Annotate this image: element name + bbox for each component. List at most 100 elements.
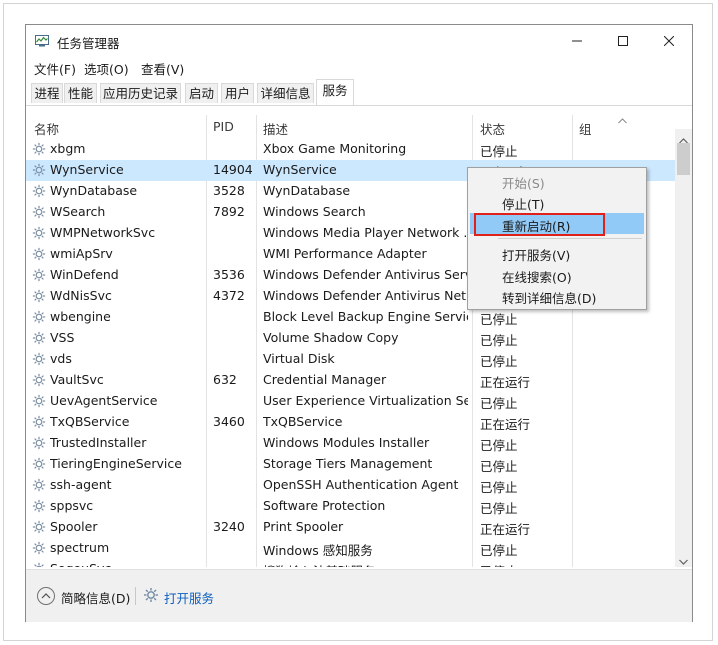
- table-row[interactable]: ssh-agent OpenSSH Authentication Agent 已停止: [26, 475, 675, 496]
- tab-services[interactable]: 服务: [316, 79, 354, 105]
- column-header-description[interactable]: 描述: [263, 119, 288, 138]
- scrollbar-thumb[interactable]: [677, 143, 690, 175]
- gear-icon: [32, 163, 46, 177]
- table-row[interactable]: TrustedInstaller Windows Modules Installe…: [26, 433, 675, 454]
- table-row[interactable]: UevAgentService User Experience Virtualiz…: [26, 391, 675, 412]
- gear-icon: [32, 415, 46, 429]
- menu-item-label: 停止(T): [502, 197, 545, 212]
- service-description: Volume Shadow Copy: [263, 330, 399, 345]
- service-description: User Experience Virtualization Se...: [263, 393, 468, 408]
- gear-icon: [32, 310, 46, 324]
- service-status: 已停止: [480, 480, 518, 495]
- service-status: 已停止: [480, 144, 518, 159]
- tab-details[interactable]: 详细信息: [257, 83, 314, 103]
- scroll-down-arrow-icon[interactable]: [679, 553, 688, 567]
- gear-icon: [32, 247, 46, 261]
- menu-separator: [498, 238, 642, 239]
- service-name: UevAgentService: [50, 393, 158, 408]
- gear-icon: [32, 436, 46, 450]
- column-header-name[interactable]: 名称: [34, 119, 59, 138]
- column-header-pid[interactable]: PID: [213, 119, 234, 134]
- menu-view[interactable]: 查看(V): [141, 59, 184, 78]
- menu-item-stop[interactable]: 停止(T): [470, 191, 644, 212]
- close-button[interactable]: [646, 25, 692, 57]
- table-row[interactable]: SogouSvc 搜狗输入法基础服务 已停止: [26, 559, 675, 567]
- service-name: TieringEngineService: [50, 456, 182, 471]
- gear-icon: [32, 478, 46, 492]
- gear-icon: [32, 457, 46, 471]
- gear-icon: [32, 541, 46, 555]
- gear-icon: [32, 184, 46, 198]
- tab-app-history[interactable]: 应用历史记录: [100, 83, 181, 103]
- sort-ascending-icon: [618, 115, 627, 127]
- table-row[interactable]: sppsvc Software Protection 已停止: [26, 496, 675, 517]
- service-description: WynDatabase: [263, 183, 351, 198]
- table-row[interactable]: TxQBService 3460 TxQBService 正在运行: [26, 412, 675, 433]
- service-name: WdNisSvc: [50, 288, 112, 303]
- table-row[interactable]: spectrum Windows 感知服务 已停止: [26, 538, 675, 559]
- service-description: Windows Search: [263, 204, 366, 219]
- service-status: 已停止: [480, 459, 518, 474]
- table-row[interactable]: VSS Volume Shadow Copy 已停止: [26, 328, 675, 349]
- service-name: VSS: [50, 330, 75, 345]
- column-header-group[interactable]: 组: [579, 119, 592, 138]
- service-pid: 632: [213, 372, 237, 387]
- table-row[interactable]: TieringEngineService Storage Tiers Manage…: [26, 454, 675, 475]
- menu-options[interactable]: 选项(O): [84, 59, 129, 78]
- service-pid: 7892: [213, 204, 245, 219]
- fewer-details-button[interactable]: 简略信息(D): [61, 588, 130, 607]
- service-name: WinDefend: [50, 267, 119, 282]
- task-manager-window: 任务管理器 文件(F) 选项(O) 查看(V) 进程 性能 应用历史记录 启动 …: [25, 24, 693, 622]
- menu-item-start[interactable]: 开始(S): [470, 170, 644, 191]
- window-title: 任务管理器: [57, 36, 120, 51]
- service-description: Virtual Disk: [263, 351, 335, 366]
- service-description: Software Protection: [263, 498, 386, 513]
- service-description: TxQBService: [263, 414, 343, 429]
- gear-icon: [32, 562, 46, 567]
- service-status: 已停止: [480, 561, 572, 567]
- tab-performance[interactable]: 性能: [64, 83, 97, 103]
- menu-file[interactable]: 文件(F): [34, 59, 76, 78]
- service-status: 已停止: [480, 312, 518, 327]
- service-description: Credential Manager: [263, 372, 387, 387]
- title-bar[interactable]: 任务管理器: [26, 25, 692, 57]
- table-row[interactable]: VaultSvc 632 Credential Manager 正在运行: [26, 370, 675, 391]
- service-description: Xbox Game Monitoring: [263, 141, 407, 156]
- gear-icon: [32, 520, 46, 534]
- table-row[interactable]: xbgm Xbox Game Monitoring 已停止: [26, 139, 675, 160]
- context-menu: 开始(S) 停止(T) 重新启动(R) 打开服务(V) 在线搜索(O) 转到详细…: [467, 167, 647, 310]
- service-status: 已停止: [480, 501, 518, 516]
- menu-item-label: 转到详细信息(D): [502, 291, 597, 306]
- service-name: sppsvc: [50, 498, 94, 513]
- service-name: TrustedInstaller: [50, 435, 147, 450]
- service-status: 已停止: [480, 438, 518, 453]
- tab-processes[interactable]: 进程: [31, 83, 63, 103]
- menu-item-search-online[interactable]: 在线搜索(O): [470, 264, 644, 285]
- vertical-scrollbar[interactable]: [675, 129, 692, 567]
- column-headers: 名称 PID 描述 状态 组: [26, 115, 675, 137]
- table-row[interactable]: wbengine Block Level Backup Engine Servic…: [26, 307, 675, 328]
- service-description: Print Spooler: [263, 519, 344, 534]
- service-pid: 14904: [213, 162, 253, 177]
- gear-icon[interactable]: [143, 587, 159, 603]
- maximize-button[interactable]: [600, 25, 646, 57]
- chevron-up-circle-icon[interactable]: [36, 586, 56, 606]
- column-header-status[interactable]: 状态: [480, 119, 505, 138]
- service-pid: 3528: [213, 183, 245, 198]
- service-name: spectrum: [50, 540, 110, 555]
- table-row[interactable]: vds Virtual Disk 已停止: [26, 349, 675, 370]
- menu-item-go-to-details[interactable]: 转到详细信息(D): [470, 285, 644, 306]
- tab-startup[interactable]: 启动: [185, 83, 218, 103]
- tab-users[interactable]: 用户: [221, 83, 254, 103]
- service-pid: 3460: [213, 414, 245, 429]
- table-row[interactable]: Spooler 3240 Print Spooler 正在运行: [26, 517, 675, 538]
- service-name: Spooler: [50, 519, 98, 534]
- service-name: xbgm: [50, 141, 86, 156]
- minimize-button[interactable]: [554, 25, 600, 57]
- service-status: 正在运行: [480, 522, 531, 537]
- service-description: WMI Performance Adapter: [263, 246, 427, 261]
- gear-icon: [32, 226, 46, 240]
- gear-icon: [32, 268, 46, 282]
- menu-item-open-services[interactable]: 打开服务(V): [470, 242, 644, 263]
- open-services-link[interactable]: 打开服务: [164, 588, 214, 607]
